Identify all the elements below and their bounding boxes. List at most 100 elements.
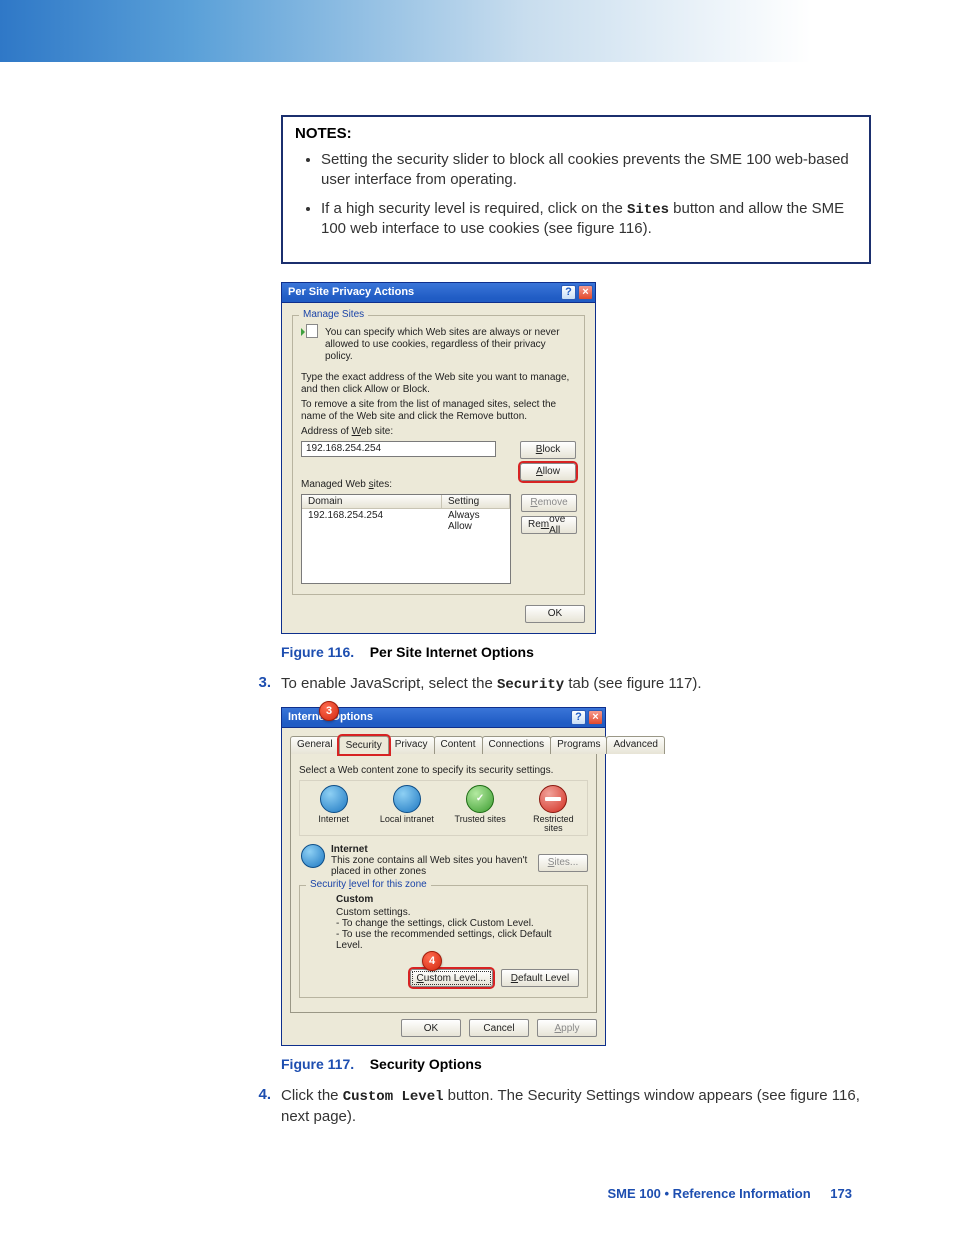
step-body: Click the Custom Level button. The Secur… <box>281 1086 871 1127</box>
address-col: 192.168.254.254 Managed Web sites: <box>301 441 510 494</box>
step-mono: Security <box>497 677 564 693</box>
zone-trusted-sites[interactable]: ✓ Trusted sites <box>453 785 508 834</box>
custom-settings: Custom Custom settings. - To change the … <box>336 894 579 951</box>
zone-restricted-sites[interactable]: Restricted sites <box>526 785 581 834</box>
zone-label: Local intranet <box>380 815 434 824</box>
cancel-button[interactable]: Cancel <box>469 1019 529 1037</box>
figure-title: Per Site Internet Options <box>370 644 534 660</box>
titlebar-buttons: ? × <box>561 285 593 300</box>
dialog-body: Manage Sites You can specify which Web s… <box>281 303 596 634</box>
help-icon[interactable]: ? <box>561 285 576 300</box>
dialog-footer: OK Cancel Apply <box>290 1019 597 1037</box>
step-3: 3. To enable JavaScript, select the Secu… <box>255 674 871 695</box>
figure-caption: Figure 117. Security Options <box>281 1056 871 1072</box>
stop-icon <box>539 785 567 813</box>
dialog-body: 3 General Security Privacy Content Conne… <box>281 728 606 1047</box>
address-row: 192.168.254.254 Managed Web sites: Block… <box>301 441 576 494</box>
zone-desc: This zone contains all Web sites you hav… <box>331 855 527 877</box>
page-number: 173 <box>830 1186 852 1201</box>
figure-title: Security Options <box>370 1056 482 1072</box>
cell-domain: 192.168.254.254 <box>302 509 442 533</box>
managed-sites-list[interactable]: Domain Setting 192.168.254.254 Always Al… <box>301 494 511 584</box>
step-number: 3. <box>255 674 271 695</box>
cell-setting: Always Allow <box>442 509 510 533</box>
ok-button[interactable]: OK <box>525 605 585 623</box>
zone-info-text: Internet This zone contains all Web site… <box>331 844 528 877</box>
ok-button[interactable]: OK <box>401 1019 461 1037</box>
zone-internet[interactable]: Internet <box>306 785 361 834</box>
callout-3: 3 <box>319 701 339 721</box>
zone-local-intranet[interactable]: Local intranet <box>379 785 434 834</box>
zone-label: Internet <box>318 815 349 824</box>
content-area: NOTES: Setting the security slider to bl… <box>281 115 871 1140</box>
address-label: Address of Web site: <box>301 426 576 438</box>
step-body: To enable JavaScript, select the Securit… <box>281 674 871 695</box>
table-row[interactable]: 192.168.254.254 Always Allow <box>302 509 510 533</box>
custom-line: - To change the settings, click Custom L… <box>336 918 534 929</box>
sites-button[interactable]: Sites... <box>538 854 588 872</box>
privacy-icon <box>301 324 319 338</box>
remove-all-button[interactable]: Remove All <box>521 516 577 534</box>
per-site-privacy-dialog: Per Site Privacy Actions ? × Manage Site… <box>281 282 596 634</box>
custom-level-button[interactable]: Custom Level... <box>410 969 494 987</box>
zone-label: Trusted sites <box>455 815 506 824</box>
figure-number: Figure 117. <box>281 1056 354 1072</box>
managed-label: Managed Web sites: <box>301 479 510 491</box>
default-level-button[interactable]: Default Level <box>501 969 579 987</box>
custom-title: Custom <box>336 894 579 905</box>
level-buttons-row: 4 Custom Level... Default Level <box>308 969 579 987</box>
intro-row: You can specify which Web sites are alwa… <box>301 324 576 366</box>
globe-icon <box>301 844 325 868</box>
notes-box: NOTES: Setting the security slider to bl… <box>281 115 871 264</box>
notes-mono: Sites <box>627 202 669 218</box>
notes-item: Setting the security slider to block all… <box>321 150 857 191</box>
remove-col: Remove Remove All <box>521 494 577 534</box>
block-allow-col: Block Allow <box>520 441 576 481</box>
manage-sites-group: Manage Sites You can specify which Web s… <box>292 315 585 595</box>
block-button[interactable]: Block <box>520 441 576 459</box>
dialog-footer: OK <box>292 605 585 623</box>
zone-info: Internet This zone contains all Web site… <box>301 844 528 877</box>
tab-content[interactable]: Content <box>434 736 483 754</box>
custom-line: - To use the recommended settings, click… <box>336 929 551 951</box>
intro-text: You can specify which Web sites are alwa… <box>325 327 576 363</box>
allow-button[interactable]: Allow <box>520 463 576 481</box>
close-icon[interactable]: × <box>578 285 593 300</box>
security-level-group: Security level for this zone Custom Cust… <box>299 885 588 998</box>
step-post: tab (see figure 117). <box>564 675 701 692</box>
close-icon[interactable]: × <box>588 710 603 725</box>
tab-strip: General Security Privacy Content Connect… <box>290 736 597 754</box>
zone-label: Restricted sites <box>526 815 581 834</box>
col-setting[interactable]: Setting <box>442 495 510 509</box>
footer-text: SME 100 • Reference Information <box>607 1186 810 1201</box>
tab-advanced[interactable]: Advanced <box>606 736 664 754</box>
address-input[interactable]: 192.168.254.254 <box>301 441 496 457</box>
tab-security[interactable]: Security <box>339 736 389 754</box>
list-row: Domain Setting 192.168.254.254 Always Al… <box>301 494 576 584</box>
help-icon[interactable]: ? <box>571 710 586 725</box>
step-number: 4. <box>255 1086 271 1127</box>
titlebar[interactable]: Per Site Privacy Actions ? × <box>281 282 596 303</box>
titlebar-buttons: ? × <box>571 710 603 725</box>
instruction-text: Type the exact address of the Web site y… <box>301 372 576 396</box>
remove-button[interactable]: Remove <box>521 494 577 512</box>
page: NOTES: Setting the security slider to bl… <box>0 0 954 1235</box>
tab-general[interactable]: General <box>290 736 340 754</box>
custom-line: Custom settings. <box>336 907 410 918</box>
apply-button[interactable]: Apply <box>537 1019 597 1037</box>
tab-connections[interactable]: Connections <box>482 736 552 754</box>
instruction-text: To remove a site from the list of manage… <box>301 399 576 423</box>
notes-title: NOTES: <box>295 125 857 142</box>
zone-list: Internet Local intranet ✓ Trusted sites <box>299 780 588 837</box>
security-tab-panel: Select a Web content zone to specify its… <box>290 753 597 1014</box>
tab-privacy[interactable]: Privacy <box>388 736 435 754</box>
check-icon: ✓ <box>466 785 494 813</box>
figure-caption: Figure 116. Per Site Internet Options <box>281 644 871 660</box>
top-banner <box>0 0 954 62</box>
tab-programs[interactable]: Programs <box>550 736 607 754</box>
notes-pre: If a high security level is required, cl… <box>321 200 627 217</box>
step-mono: Custom Level <box>343 1089 444 1105</box>
dialog-title: Per Site Privacy Actions <box>288 286 414 298</box>
col-domain[interactable]: Domain <box>302 495 442 509</box>
internet-options-dialog: Internet Options ? × 3 General Security … <box>281 707 606 1047</box>
